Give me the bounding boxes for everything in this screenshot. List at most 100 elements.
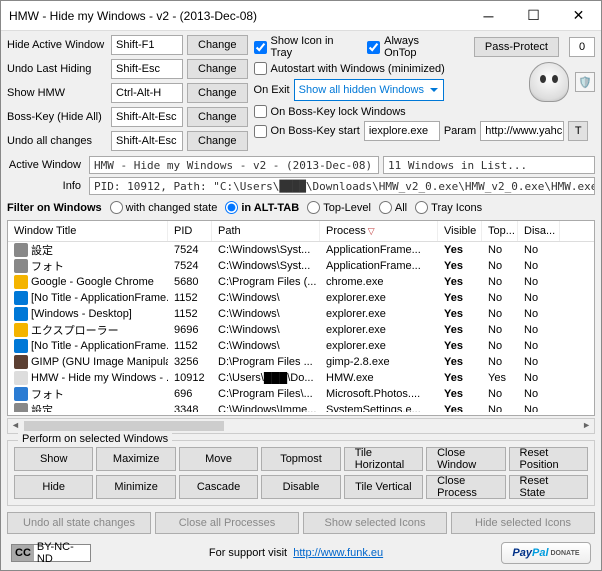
window-title: HMW - Hide my Windows - v2 - (2013-Dec-0… <box>9 9 466 23</box>
window-count: 11 Windows in List... <box>383 156 595 174</box>
pass-protect-button[interactable]: Pass-Protect <box>474 37 559 57</box>
app-icon <box>14 355 28 369</box>
app-icon <box>14 291 28 305</box>
action-cascade[interactable]: Cascade <box>179 475 258 499</box>
info-value: PID: 10912, Path: "C:\Users\████\Downloa… <box>89 177 595 195</box>
action-hide[interactable]: Hide <box>14 475 93 499</box>
horizontal-scrollbar[interactable] <box>7 418 595 434</box>
window-table[interactable]: Window TitlePIDPathProcess▽VisibleTop...… <box>7 220 595 416</box>
bottom-undo-all-state-changes[interactable]: Undo all state changes <box>7 512 151 534</box>
bottom-show-selected-icons[interactable]: Show selected Icons <box>303 512 447 534</box>
table-row[interactable]: HMW - Hide my Windows - ... 10912C:\User… <box>8 370 594 386</box>
info-label: Info <box>7 180 85 192</box>
on-exit-label: On Exit <box>254 84 290 96</box>
table-row[interactable]: エクスプローラー 9696C:\Windows\explorer.exe Yes… <box>8 322 594 338</box>
action-tile-horizontal[interactable]: Tile Horizontal <box>344 447 423 471</box>
hotkey-field-1[interactable]: Shift-Esc <box>111 59 183 79</box>
column-header-0[interactable]: Window Title <box>8 221 168 241</box>
hotkey-label-2: Show HMW <box>7 87 107 99</box>
maximize-button[interactable]: ☐ <box>511 1 556 30</box>
filter-alttab-radio[interactable]: in ALT-TAB <box>225 201 299 214</box>
app-icon <box>14 307 28 321</box>
param-field[interactable]: http://www.yahc <box>480 121 564 141</box>
titlebar: HMW - Hide my Windows - v2 - (2013-Dec-0… <box>1 1 601 31</box>
hotkey-field-3[interactable]: Shift-Alt-Esc <box>111 107 183 127</box>
filter-all-radio[interactable]: All <box>379 201 407 214</box>
table-row[interactable]: [Windows - Desktop] 1152C:\Windows\explo… <box>8 306 594 322</box>
app-icon <box>14 371 28 385</box>
pass-count-field[interactable]: 0 <box>569 37 595 57</box>
action-disable[interactable]: Disable <box>261 475 340 499</box>
action-show[interactable]: Show <box>14 447 93 471</box>
app-icon <box>14 339 28 353</box>
table-row[interactable]: GIMP (GNU Image Manipulati... 3256D:\Pro… <box>8 354 594 370</box>
sort-indicator-icon: ▽ <box>368 226 375 237</box>
hotkey-label-1: Undo Last Hiding <box>7 63 107 75</box>
active-window-label: Active Window <box>7 159 85 171</box>
hotkey-change-4[interactable]: Change <box>187 131 248 151</box>
app-icon <box>14 259 28 273</box>
boss-start-field[interactable]: iexplore.exe <box>364 121 440 141</box>
hotkey-field-4[interactable]: Shift-Alt-Esc <box>111 131 183 151</box>
show-tray-checkbox[interactable]: Show Icon in Tray <box>254 35 358 59</box>
app-icon <box>14 323 28 337</box>
always-ontop-checkbox[interactable]: Always OnTop <box>367 35 454 59</box>
hotkey-change-3[interactable]: Change <box>187 107 248 127</box>
column-header-3[interactable]: Process▽ <box>320 221 438 241</box>
table-row[interactable]: [No Title - ApplicationFrame... 1152C:\W… <box>8 290 594 306</box>
cc-badge[interactable]: CCBY-NC-ND <box>11 544 91 562</box>
action-tile-vertical[interactable]: Tile Vertical <box>344 475 423 499</box>
table-row[interactable]: 設定 7524C:\Windows\Syst...ApplicationFram… <box>8 242 594 258</box>
minimize-button[interactable]: ─ <box>466 1 511 30</box>
table-row[interactable]: 設定 3348C:\Windows\Imme...SystemSettings.… <box>8 402 594 412</box>
hotkey-change-1[interactable]: Change <box>187 59 248 79</box>
hotkey-field-2[interactable]: Ctrl-Alt-H <box>111 83 183 103</box>
action-topmost[interactable]: Topmost <box>261 447 340 471</box>
filter-changed-radio[interactable]: with changed state <box>110 201 218 214</box>
table-row[interactable]: フォト 696C:\Program Files\...Microsoft.Pho… <box>8 386 594 402</box>
action-reset-position[interactable]: Reset Position <box>509 447 588 471</box>
app-icon <box>14 243 28 257</box>
t-button[interactable]: T <box>568 121 588 141</box>
on-exit-select[interactable]: Show all hidden Windows <box>294 79 444 101</box>
table-row[interactable]: [No Title - ApplicationFrame... 1152C:\W… <box>8 338 594 354</box>
hotkey-field-0[interactable]: Shift-F1 <box>111 35 183 55</box>
action-minimize[interactable]: Minimize <box>96 475 175 499</box>
hotkey-change-2[interactable]: Change <box>187 83 248 103</box>
app-icon <box>14 387 28 401</box>
app-icon <box>14 403 28 412</box>
param-label: Param <box>444 125 476 137</box>
action-move[interactable]: Move <box>179 447 258 471</box>
boss-start-checkbox[interactable]: On Boss-Key start <box>254 125 360 138</box>
boss-lock-checkbox[interactable]: On Boss-Key lock Windows <box>254 105 445 118</box>
filter-tray-radio[interactable]: Tray Icons <box>415 201 482 214</box>
table-row[interactable]: Google - Google Chrome 5680C:\Program Fi… <box>8 274 594 290</box>
column-header-2[interactable]: Path <box>212 221 320 241</box>
hotkey-label-4: Undo all changes <box>7 135 107 147</box>
action-close-window[interactable]: Close Window <box>426 447 505 471</box>
column-header-1[interactable]: PID <box>168 221 212 241</box>
action-close-process[interactable]: Close Process <box>426 475 505 499</box>
bottom-hide-selected-icons[interactable]: Hide selected Icons <box>451 512 595 534</box>
hotkey-change-0[interactable]: Change <box>187 35 248 55</box>
hotkey-label-3: Boss-Key (Hide All) <box>7 111 107 123</box>
column-header-5[interactable]: Top... <box>482 221 518 241</box>
action-reset-state[interactable]: Reset State <box>509 475 588 499</box>
action-maximize[interactable]: Maximize <box>96 447 175 471</box>
active-window-value: HMW - Hide my Windows - v2 - (2013-Dec-0… <box>89 156 379 174</box>
close-button[interactable]: ✕ <box>556 1 601 30</box>
ghost-icon <box>529 62 569 102</box>
shield-button[interactable]: 🛡️ <box>575 72 595 92</box>
table-row[interactable]: フォト 7524C:\Windows\Syst...ApplicationFra… <box>8 258 594 274</box>
paypal-donate-button[interactable]: PayPalDONATE <box>501 542 591 564</box>
column-header-6[interactable]: Disa... <box>518 221 560 241</box>
support-link[interactable]: http://www.funk.eu <box>293 547 383 559</box>
filter-toplevel-radio[interactable]: Top-Level <box>307 201 371 214</box>
bottom-close-all-processes[interactable]: Close all Processes <box>155 512 299 534</box>
column-header-4[interactable]: Visible <box>438 221 482 241</box>
filter-label: Filter on Windows <box>7 202 102 214</box>
actions-group: Perform on selected Windows ShowMaximize… <box>7 440 595 506</box>
autostart-checkbox[interactable]: Autostart with Windows (minimized) <box>254 62 445 75</box>
actions-legend: Perform on selected Windows <box>18 433 172 445</box>
hotkey-label-0: Hide Active Window <box>7 39 107 51</box>
